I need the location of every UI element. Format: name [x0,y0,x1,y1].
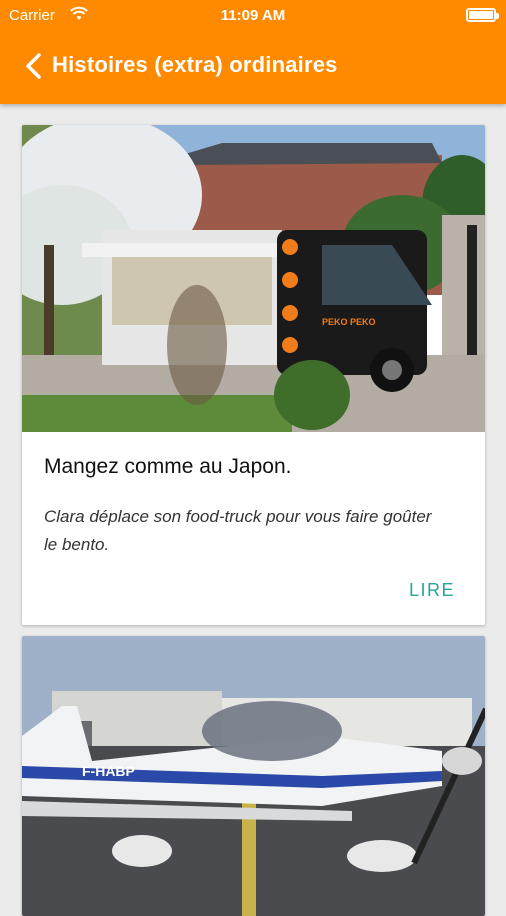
card-description: Clara déplace son food-truck pour vous f… [44,507,432,554]
read-button[interactable]: LIRE [409,580,455,601]
clock: 11:09 AM [220,7,286,24]
chevron-left-icon [26,53,41,79]
app-header: Carrier 11:09 AM Histoires (extra) ordin… [0,0,506,104]
small-airplane-photo: F-HABP [22,636,485,916]
story-card[interactable]: F-HABP [22,636,485,916]
card-title: Mangez comme au Japon. [44,455,292,478]
back-button[interactable] [22,51,46,81]
svg-text:F-HABP: F-HABP [82,763,135,779]
svg-text:PEKO PEKO: PEKO PEKO [322,317,376,327]
food-truck-photo: PEKO PEKO [22,125,485,432]
page-title: Histoires (extra) ordinaires [52,52,338,77]
story-card[interactable]: PEKO PEKO Mangez comme au Japon. Clara d… [22,125,485,625]
battery-icon [466,8,499,22]
status-bar: Carrier 11:09 AM [0,0,506,32]
